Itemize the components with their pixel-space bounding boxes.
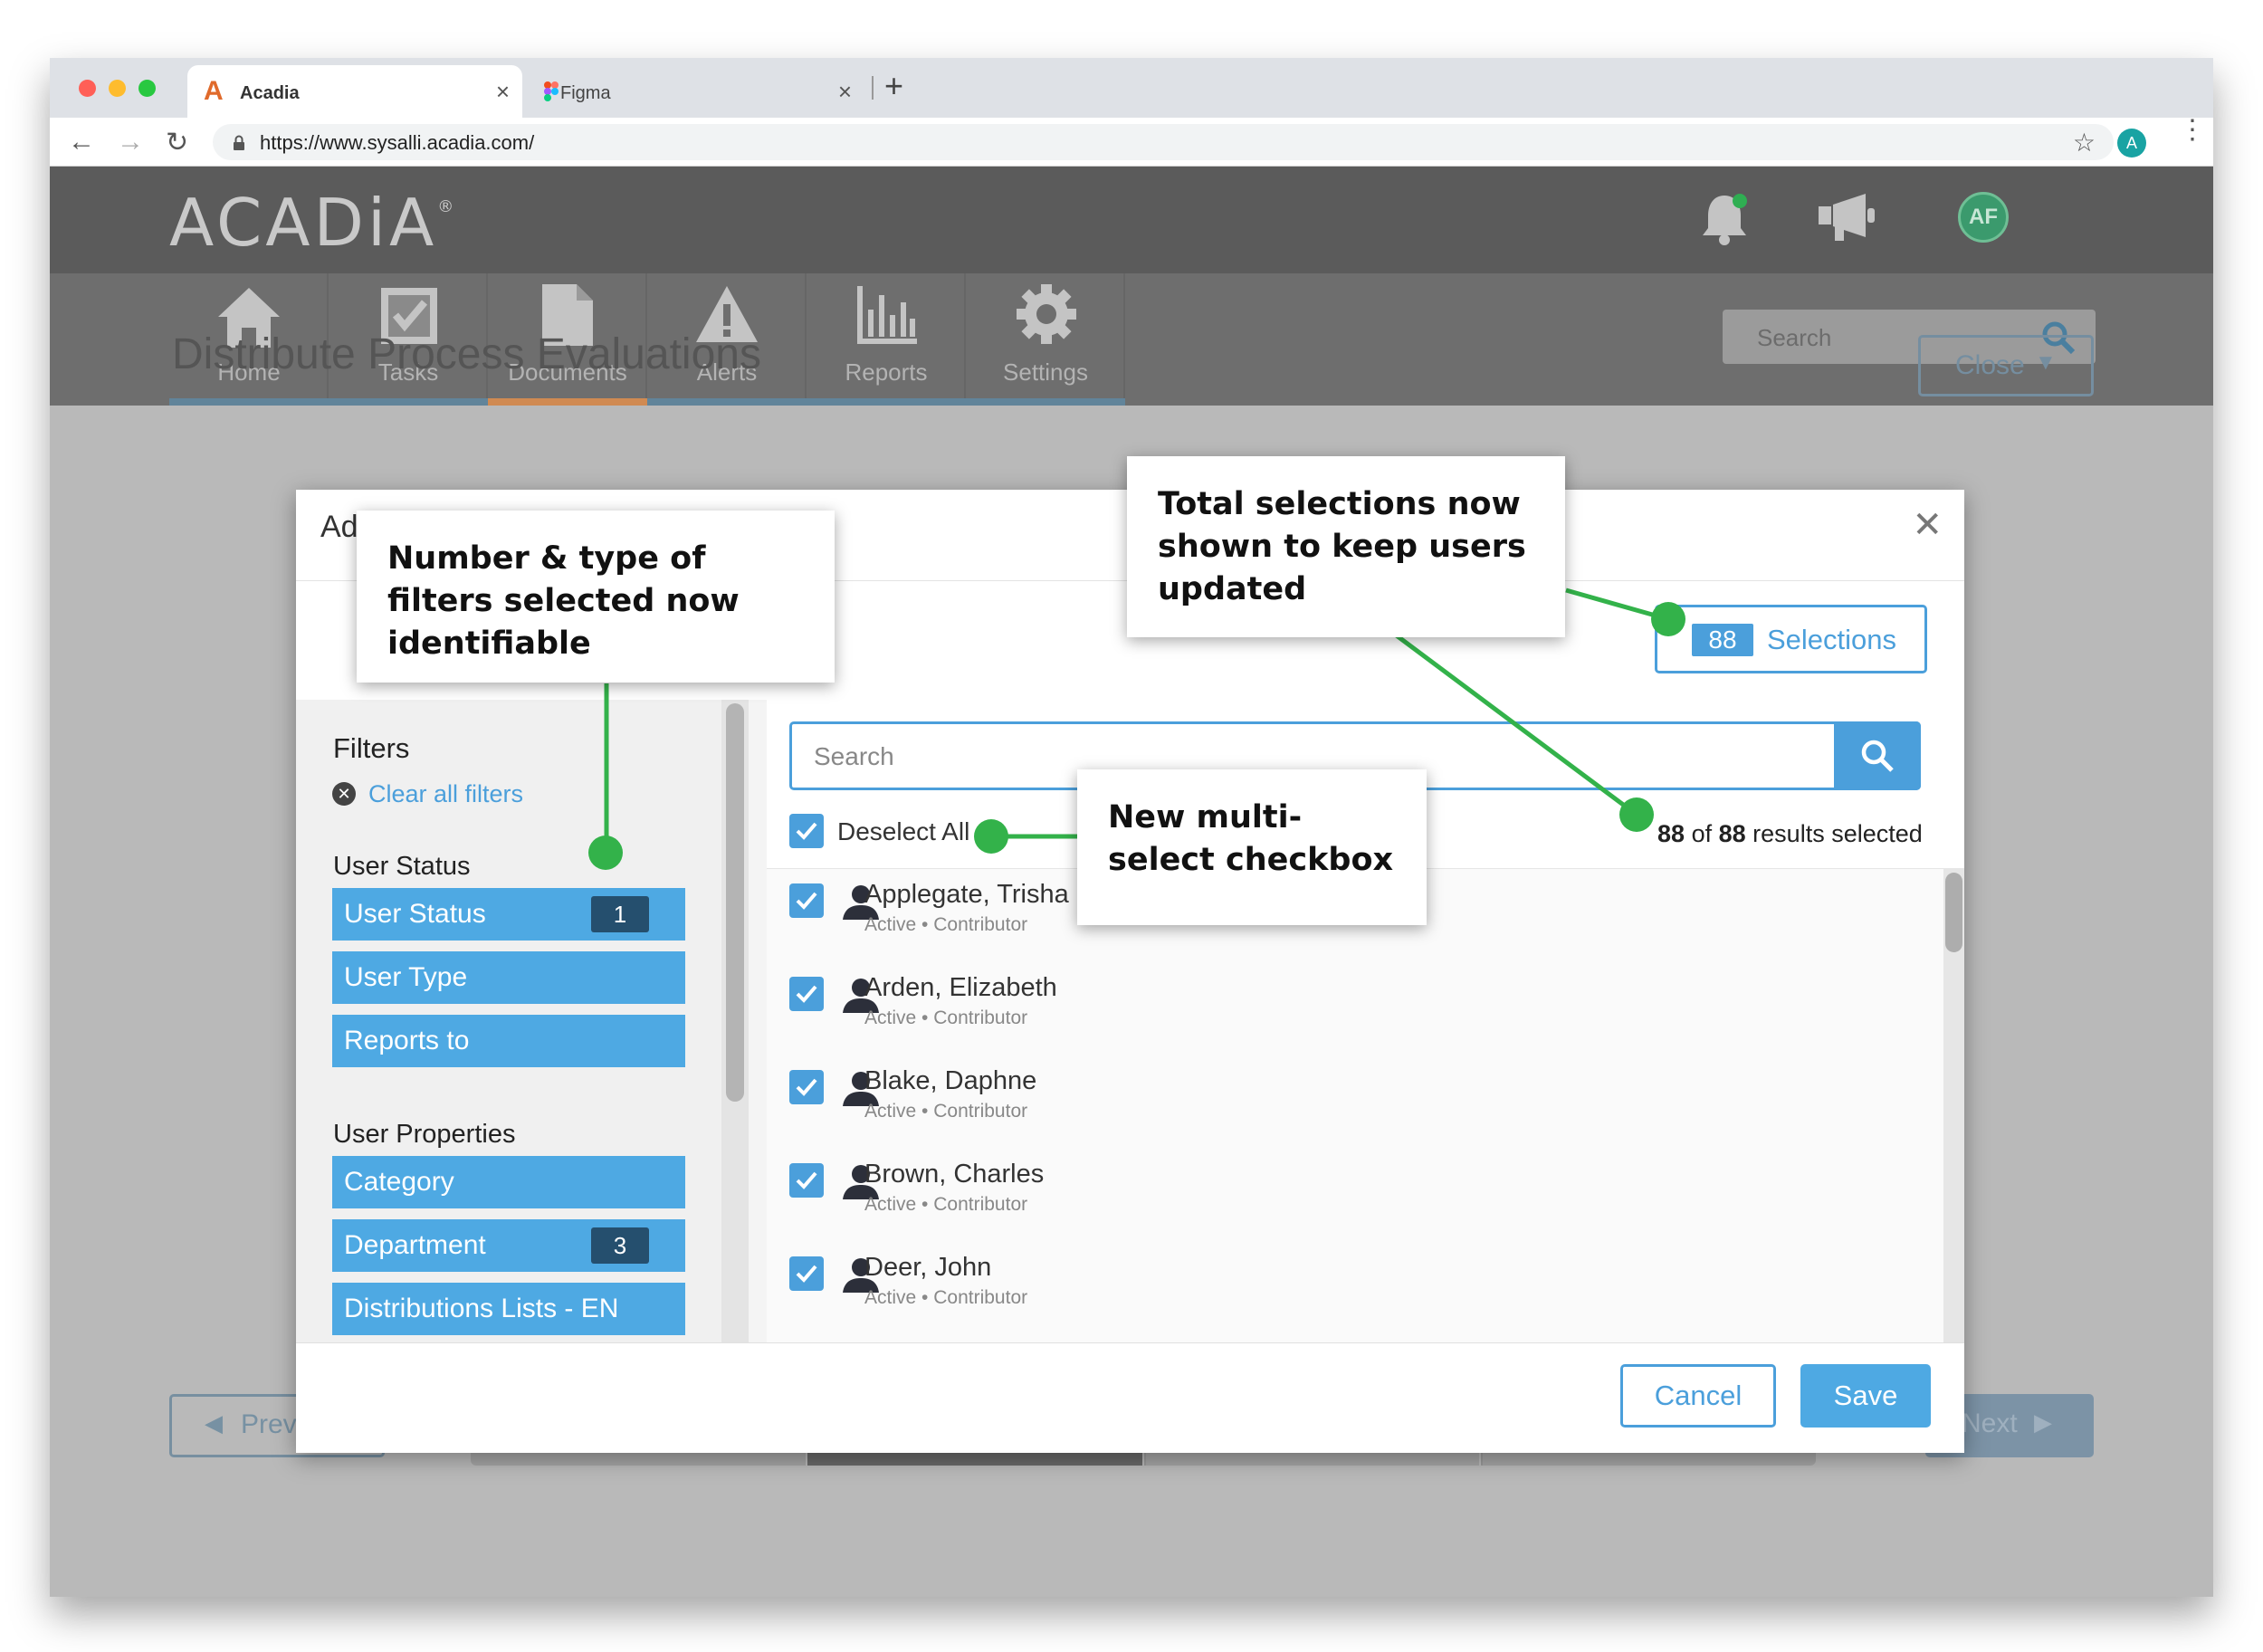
callout-selections: Total selections now shown to keep users… [1127,456,1565,637]
callout-filters: Number & type of filters selected now id… [357,511,835,683]
callout-checkbox: New multi-select checkbox [1077,769,1427,925]
annotation-line-results-count [1392,631,1638,817]
annotation-dot-results-count [1619,797,1654,832]
annotation-dot-checkbox [974,819,1008,854]
annotation-dot-selections [1651,602,1685,636]
annotation-dot-filters [588,836,623,870]
